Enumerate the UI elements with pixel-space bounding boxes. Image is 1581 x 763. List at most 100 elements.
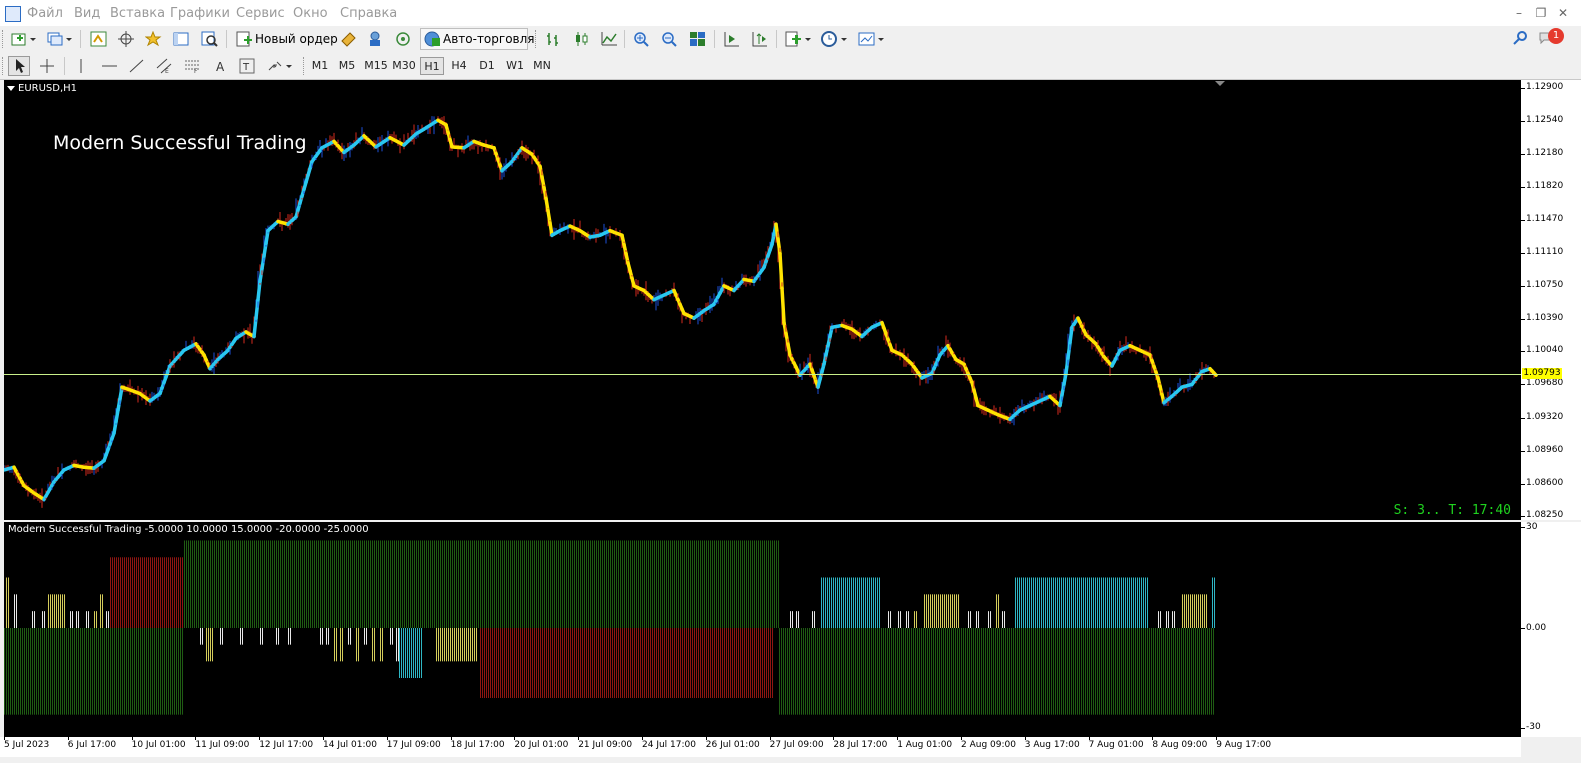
menu-view[interactable]: Вид <box>74 6 100 21</box>
price-scale[interactable]: 1.12900 1.12540 1.12180 1.11820 1.11470 1.111… <box>1521 80 1581 520</box>
histogram-bar <box>480 628 481 698</box>
histogram-bar <box>66 628 67 715</box>
histogram-bar <box>1209 628 1210 715</box>
toolbar-grip[interactable] <box>535 30 539 48</box>
navigator-button[interactable] <box>142 29 164 49</box>
data-window-button[interactable] <box>115 29 137 49</box>
histogram-bar <box>768 628 769 698</box>
close-icon[interactable]: ✕ <box>1556 6 1570 20</box>
zoom-out-button[interactable] <box>658 29 680 49</box>
timeframe-m1[interactable]: M1 <box>308 57 332 75</box>
histogram-spike <box>1168 611 1169 628</box>
histogram-bar <box>958 594 959 628</box>
horizontal-line-button[interactable] <box>98 56 120 76</box>
indicators-button[interactable] <box>782 29 814 49</box>
profiles-button[interactable] <box>44 29 74 49</box>
histogram-bar <box>1105 577 1106 628</box>
timeframe-m30[interactable]: M30 <box>390 57 418 75</box>
histogram-bar <box>835 577 836 628</box>
new-order-button[interactable]: Новый ордер <box>232 28 338 50</box>
vertical-line-button[interactable] <box>70 56 92 76</box>
metaeditor-button[interactable] <box>337 29 359 49</box>
histogram-bar <box>264 540 265 628</box>
line-chart-button[interactable] <box>598 29 620 49</box>
text-button[interactable]: A <box>209 56 231 76</box>
histogram-bar <box>392 540 393 628</box>
histogram-bar <box>52 628 53 715</box>
chart-shift-button[interactable] <box>748 29 770 49</box>
timeframe-m15[interactable]: M15 <box>362 57 390 75</box>
restore-icon[interactable]: ❐ <box>1534 6 1548 20</box>
equidistant-channel-button[interactable]: E <box>153 56 175 76</box>
autoscroll-button[interactable] <box>720 29 742 49</box>
timeframe-w1[interactable]: W1 <box>503 57 527 75</box>
channel-icon: E <box>156 58 172 74</box>
menu-help[interactable]: Справка <box>340 6 397 21</box>
zoom-in-button[interactable] <box>630 29 652 49</box>
histogram-bar <box>652 628 653 698</box>
histogram-bar <box>530 628 531 698</box>
toolbar-grip[interactable] <box>2 30 6 48</box>
histogram-bar <box>316 540 317 628</box>
histogram-bar <box>865 628 866 715</box>
trader-button[interactable] <box>364 29 386 49</box>
histogram-bar <box>1139 628 1140 715</box>
price-chart[interactable]: EURUSD,H1 Modern Successful Trading S: 3… <box>4 80 1521 520</box>
histogram-bar <box>650 540 651 628</box>
bar-chart-button[interactable] <box>542 29 564 49</box>
indicator-window[interactable]: Modern Successful Trading -5.0000 10.000… <box>4 522 1521 737</box>
text-label-button[interactable]: T <box>236 56 258 76</box>
histogram-bar <box>1067 628 1068 715</box>
timeframe-m5[interactable]: M5 <box>335 57 359 75</box>
menu-window[interactable]: Окно <box>293 6 328 21</box>
histogram-spike <box>72 611 73 628</box>
candlestick-button[interactable] <box>570 29 592 49</box>
templates-button[interactable] <box>855 29 887 49</box>
fibonacci-button[interactable]: F <box>181 56 203 76</box>
histogram-bar <box>436 628 437 662</box>
histogram-spike <box>796 611 797 628</box>
histogram-bar <box>366 540 367 628</box>
cursor-button[interactable] <box>8 56 30 76</box>
timeframe-d1[interactable]: D1 <box>475 57 499 75</box>
histogram-bar <box>348 540 349 628</box>
market-watch-button[interactable] <box>87 29 109 49</box>
menu-charts[interactable]: Графики <box>170 6 230 21</box>
histogram-bar <box>612 540 613 628</box>
timeframe-h1[interactable]: H1 <box>420 57 444 75</box>
signals-button[interactable] <box>392 29 414 49</box>
new-chart-button[interactable] <box>8 29 38 49</box>
price-label: 1.12900 <box>1526 82 1564 92</box>
trendline-button[interactable] <box>125 56 147 76</box>
tile-windows-button[interactable] <box>686 29 708 49</box>
toolbar-grip[interactable] <box>303 57 307 75</box>
search-button[interactable] <box>1510 29 1532 49</box>
histogram-bar <box>134 628 135 715</box>
histogram-bar <box>30 628 31 715</box>
histogram-bar <box>508 628 509 698</box>
autotrading-button[interactable]: Авто-торговля <box>420 28 535 50</box>
histogram-bar <box>652 540 653 628</box>
minimize-icon[interactable]: – <box>1512 6 1526 20</box>
histogram-bar <box>672 540 673 628</box>
timeframe-h4[interactable]: H4 <box>447 57 471 75</box>
histogram-bar <box>967 628 968 715</box>
histogram-bar <box>552 628 553 698</box>
menu-tools[interactable]: Сервис <box>236 6 285 21</box>
histogram-bar <box>785 628 786 715</box>
histogram-bar <box>138 557 139 628</box>
terminal-button[interactable] <box>170 29 192 49</box>
histogram-bar <box>68 628 69 715</box>
timeframe-mn[interactable]: MN <box>530 57 554 75</box>
crosshair-button[interactable] <box>36 56 58 76</box>
periods-button[interactable] <box>818 29 850 49</box>
strategy-tester-button[interactable] <box>198 29 220 49</box>
histogram-bar <box>710 540 711 628</box>
notification-badge[interactable]: 1 <box>1548 28 1564 44</box>
histogram-bar <box>1043 628 1044 715</box>
toolbar-grip[interactable] <box>2 57 6 75</box>
histogram-bar <box>899 628 900 715</box>
menu-insert[interactable]: Вставка <box>110 6 165 21</box>
arrows-button[interactable] <box>264 56 294 76</box>
menu-file[interactable]: Файл <box>27 6 63 21</box>
